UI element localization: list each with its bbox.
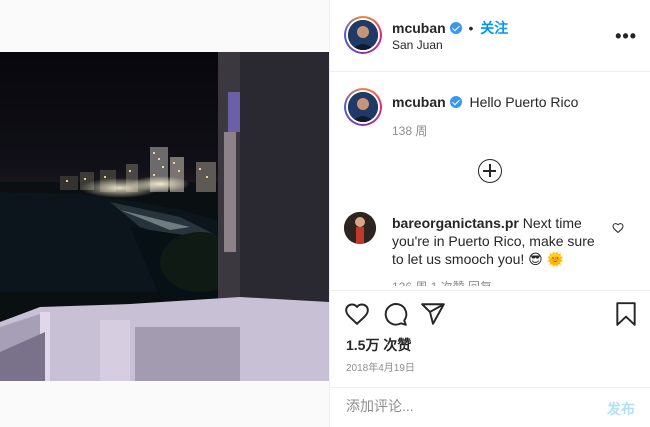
author-avatar[interactable] [344,16,382,54]
caption-username[interactable]: mcuban [392,94,446,110]
post-comment-button[interactable]: 发布 [607,399,635,419]
more-icon[interactable]: ••• [615,26,637,47]
location-link[interactable]: San Juan [392,38,443,52]
commenter-username[interactable]: bareorganictans.pr [392,215,519,231]
post-actions: 1.5万 次赞 2018年4月19日 发布 [330,290,650,425]
avatar-image [348,20,378,50]
night-city-photo [0,52,329,381]
bookmark-icon[interactable] [613,301,639,327]
like-count[interactable]: 1.5万 次赞 [346,335,411,355]
verified-icon [449,22,462,34]
verified-icon [449,96,462,108]
comment-item: bareorganictans.pr Next time you're in P… [392,214,610,268]
separator-dot: • [468,20,474,36]
caption-avatar[interactable] [344,88,382,126]
instagram-post-view: mcuban • 关注 San Juan ••• mcuban Hello Pu… [0,0,650,427]
share-icon[interactable] [420,301,446,327]
add-comment-bar: 发布 [330,387,650,426]
heart-icon[interactable] [344,301,370,327]
post-details-panel: mcuban • 关注 San Juan ••• mcuban Hello Pu… [329,0,650,427]
avatar-image [348,92,378,122]
follow-button[interactable]: 关注 [480,20,508,36]
comment-icon[interactable] [382,301,408,327]
header-user-line: mcuban • 关注 [392,18,508,38]
comment-meta: 126 周 1 次赞 回复 [392,278,492,286]
post-photo[interactable] [0,52,329,381]
post-caption: mcuban Hello Puerto Rico [392,94,578,110]
caption-timestamp[interactable]: 138 周 [392,122,427,139]
caption-text: Hello Puerto Rico [469,94,579,110]
post-header: mcuban • 关注 San Juan ••• [330,0,650,72]
avatar-image [344,212,376,244]
post-date[interactable]: 2018年4月19日 [346,359,415,374]
comment-like-icon[interactable] [612,222,624,234]
author-username[interactable]: mcuban [392,20,446,36]
comment-input[interactable] [346,398,586,414]
load-more-icon[interactable] [478,159,502,183]
commenter-avatar[interactable] [344,212,376,244]
